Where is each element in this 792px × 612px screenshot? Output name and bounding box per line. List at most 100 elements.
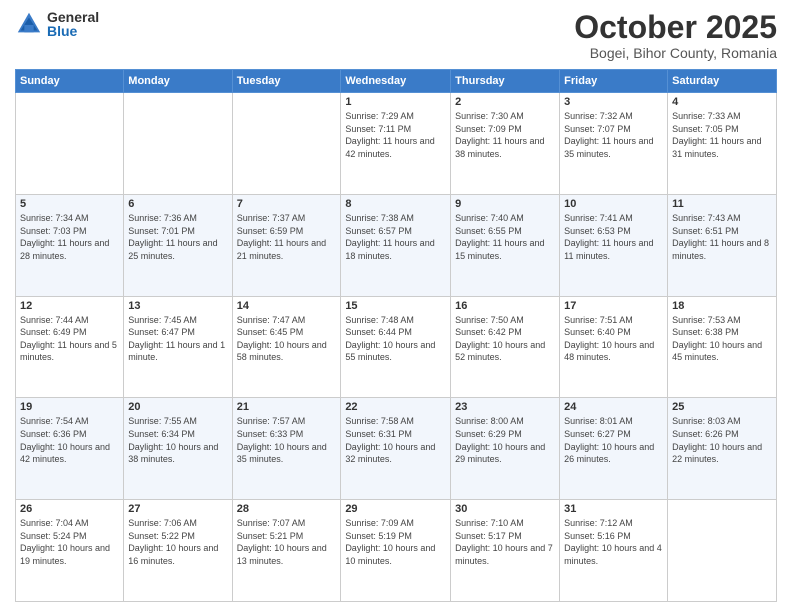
location-title: Bogei, Bihor County, Romania (574, 45, 777, 61)
calendar-cell: 31 Sunrise: 7:12 AMSunset: 5:16 PMDayligh… (560, 500, 668, 602)
day-info: Sunrise: 7:54 AMSunset: 6:36 PMDaylight:… (20, 416, 110, 464)
day-info: Sunrise: 7:37 AMSunset: 6:59 PMDaylight:… (237, 213, 326, 261)
day-number: 12 (20, 300, 119, 312)
calendar-cell (668, 500, 777, 602)
col-sunday: Sunday (16, 70, 124, 93)
day-info: Sunrise: 7:48 AMSunset: 6:44 PMDaylight:… (345, 315, 435, 363)
day-number: 3 (564, 96, 663, 108)
calendar: Sunday Monday Tuesday Wednesday Thursday… (15, 69, 777, 602)
day-number: 26 (20, 503, 119, 515)
page: General Blue October 2025 Bogei, Bihor C… (0, 0, 792, 612)
calendar-cell: 9 Sunrise: 7:40 AMSunset: 6:55 PMDaylight… (451, 194, 560, 296)
logo-text: General Blue (47, 10, 99, 38)
calendar-cell: 15 Sunrise: 7:48 AMSunset: 6:44 PMDayligh… (341, 296, 451, 398)
calendar-cell: 6 Sunrise: 7:36 AMSunset: 7:01 PMDaylight… (124, 194, 232, 296)
calendar-cell: 5 Sunrise: 7:34 AMSunset: 7:03 PMDaylight… (16, 194, 124, 296)
day-info: Sunrise: 8:01 AMSunset: 6:27 PMDaylight:… (564, 416, 654, 464)
header: General Blue October 2025 Bogei, Bihor C… (15, 10, 777, 61)
calendar-cell (232, 93, 341, 195)
day-info: Sunrise: 7:53 AMSunset: 6:38 PMDaylight:… (672, 315, 762, 363)
day-info: Sunrise: 7:09 AMSunset: 5:19 PMDaylight:… (345, 518, 435, 566)
calendar-cell: 14 Sunrise: 7:47 AMSunset: 6:45 PMDayligh… (232, 296, 341, 398)
day-number: 7 (237, 198, 337, 210)
calendar-cell: 23Sunrise: 8:00 AMSunset: 6:29 PMDayligh… (451, 398, 560, 500)
day-info: Sunrise: 7:06 AMSunset: 5:22 PMDaylight:… (128, 518, 218, 566)
day-info: Sunrise: 7:38 AMSunset: 6:57 PMDaylight:… (345, 213, 434, 261)
day-info: Sunrise: 7:45 AMSunset: 6:47 PMDaylight:… (128, 315, 225, 363)
logo-general-text: General (47, 10, 99, 24)
calendar-cell: 22 Sunrise: 7:58 AMSunset: 6:31 PMDayligh… (341, 398, 451, 500)
calendar-cell: 24Sunrise: 8:01 AMSunset: 6:27 PMDayligh… (560, 398, 668, 500)
day-info: Sunrise: 7:34 AMSunset: 7:03 PMDaylight:… (20, 213, 109, 261)
day-info: Sunrise: 7:40 AMSunset: 6:55 PMDaylight:… (455, 213, 544, 261)
week-row-1: 1 Sunrise: 7:29 AMSunset: 7:11 PMDaylight… (16, 93, 777, 195)
week-row-3: 12 Sunrise: 7:44 AMSunset: 6:49 PMDayligh… (16, 296, 777, 398)
calendar-cell: 13 Sunrise: 7:45 AMSunset: 6:47 PMDayligh… (124, 296, 232, 398)
col-friday: Friday (560, 70, 668, 93)
col-wednesday: Wednesday (341, 70, 451, 93)
calendar-cell: 20 Sunrise: 7:55 AMSunset: 6:34 PMDayligh… (124, 398, 232, 500)
day-number: 16 (455, 300, 555, 312)
col-tuesday: Tuesday (232, 70, 341, 93)
week-row-5: 26 Sunrise: 7:04 AMSunset: 5:24 PMDayligh… (16, 500, 777, 602)
day-number: 1 (345, 96, 446, 108)
day-info: Sunrise: 7:12 AMSunset: 5:16 PMDaylight:… (564, 518, 662, 566)
day-info: Sunrise: 7:43 AMSunset: 6:51 PMDaylight:… (672, 213, 769, 261)
day-number: 23 (455, 401, 555, 413)
day-number: 4 (672, 96, 772, 108)
logo-icon (15, 10, 43, 38)
calendar-cell (16, 93, 124, 195)
day-info: Sunrise: 7:33 AMSunset: 7:05 PMDaylight:… (672, 111, 761, 159)
day-info: Sunrise: 7:47 AMSunset: 6:45 PMDaylight:… (237, 315, 327, 363)
day-info: Sunrise: 7:58 AMSunset: 6:31 PMDaylight:… (345, 416, 435, 464)
calendar-cell: 28Sunrise: 7:07 AMSunset: 5:21 PMDayligh… (232, 500, 341, 602)
day-number: 14 (237, 300, 337, 312)
day-number: 18 (672, 300, 772, 312)
calendar-cell: 10 Sunrise: 7:41 AMSunset: 6:53 PMDayligh… (560, 194, 668, 296)
calendar-cell: 3 Sunrise: 7:32 AMSunset: 7:07 PMDaylight… (560, 93, 668, 195)
calendar-cell: 25Sunrise: 8:03 AMSunset: 6:26 PMDayligh… (668, 398, 777, 500)
calendar-cell: 11Sunrise: 7:43 AMSunset: 6:51 PMDayligh… (668, 194, 777, 296)
logo: General Blue (15, 10, 99, 38)
day-number: 29 (345, 503, 446, 515)
day-info: Sunrise: 7:29 AMSunset: 7:11 PMDaylight:… (345, 111, 434, 159)
col-monday: Monday (124, 70, 232, 93)
day-number: 19 (20, 401, 119, 413)
calendar-cell: 16Sunrise: 7:50 AMSunset: 6:42 PMDayligh… (451, 296, 560, 398)
day-info: Sunrise: 7:41 AMSunset: 6:53 PMDaylight:… (564, 213, 653, 261)
title-block: October 2025 Bogei, Bihor County, Romani… (574, 10, 777, 61)
calendar-cell: 19 Sunrise: 7:54 AMSunset: 6:36 PMDayligh… (16, 398, 124, 500)
week-row-4: 19 Sunrise: 7:54 AMSunset: 6:36 PMDayligh… (16, 398, 777, 500)
day-number: 13 (128, 300, 227, 312)
day-info: Sunrise: 7:36 AMSunset: 7:01 PMDaylight:… (128, 213, 217, 261)
day-info: Sunrise: 7:51 AMSunset: 6:40 PMDaylight:… (564, 315, 654, 363)
day-info: Sunrise: 7:55 AMSunset: 6:34 PMDaylight:… (128, 416, 218, 464)
col-thursday: Thursday (451, 70, 560, 93)
week-row-2: 5 Sunrise: 7:34 AMSunset: 7:03 PMDaylight… (16, 194, 777, 296)
calendar-cell: 1 Sunrise: 7:29 AMSunset: 7:11 PMDaylight… (341, 93, 451, 195)
day-number: 10 (564, 198, 663, 210)
logo-blue-text: Blue (47, 24, 99, 38)
day-number: 8 (345, 198, 446, 210)
day-info: Sunrise: 7:30 AMSunset: 7:09 PMDaylight:… (455, 111, 544, 159)
day-number: 22 (345, 401, 446, 413)
calendar-cell: 4 Sunrise: 7:33 AMSunset: 7:05 PMDaylight… (668, 93, 777, 195)
day-info: Sunrise: 7:32 AMSunset: 7:07 PMDaylight:… (564, 111, 653, 159)
day-info: Sunrise: 8:03 AMSunset: 6:26 PMDaylight:… (672, 416, 762, 464)
day-number: 21 (237, 401, 337, 413)
calendar-cell: 17Sunrise: 7:51 AMSunset: 6:40 PMDayligh… (560, 296, 668, 398)
day-info: Sunrise: 7:57 AMSunset: 6:33 PMDaylight:… (237, 416, 327, 464)
day-number: 20 (128, 401, 227, 413)
day-info: Sunrise: 7:07 AMSunset: 5:21 PMDaylight:… (237, 518, 327, 566)
day-number: 5 (20, 198, 119, 210)
calendar-cell: 29 Sunrise: 7:09 AMSunset: 5:19 PMDayligh… (341, 500, 451, 602)
calendar-cell: 2Sunrise: 7:30 AMSunset: 7:09 PMDaylight… (451, 93, 560, 195)
day-number: 9 (455, 198, 555, 210)
day-number: 15 (345, 300, 446, 312)
day-info: Sunrise: 7:44 AMSunset: 6:49 PMDaylight:… (20, 315, 117, 363)
day-number: 31 (564, 503, 663, 515)
day-number: 6 (128, 198, 227, 210)
calendar-cell (124, 93, 232, 195)
day-info: Sunrise: 7:04 AMSunset: 5:24 PMDaylight:… (20, 518, 110, 566)
day-info: Sunrise: 7:10 AMSunset: 5:17 PMDaylight:… (455, 518, 553, 566)
